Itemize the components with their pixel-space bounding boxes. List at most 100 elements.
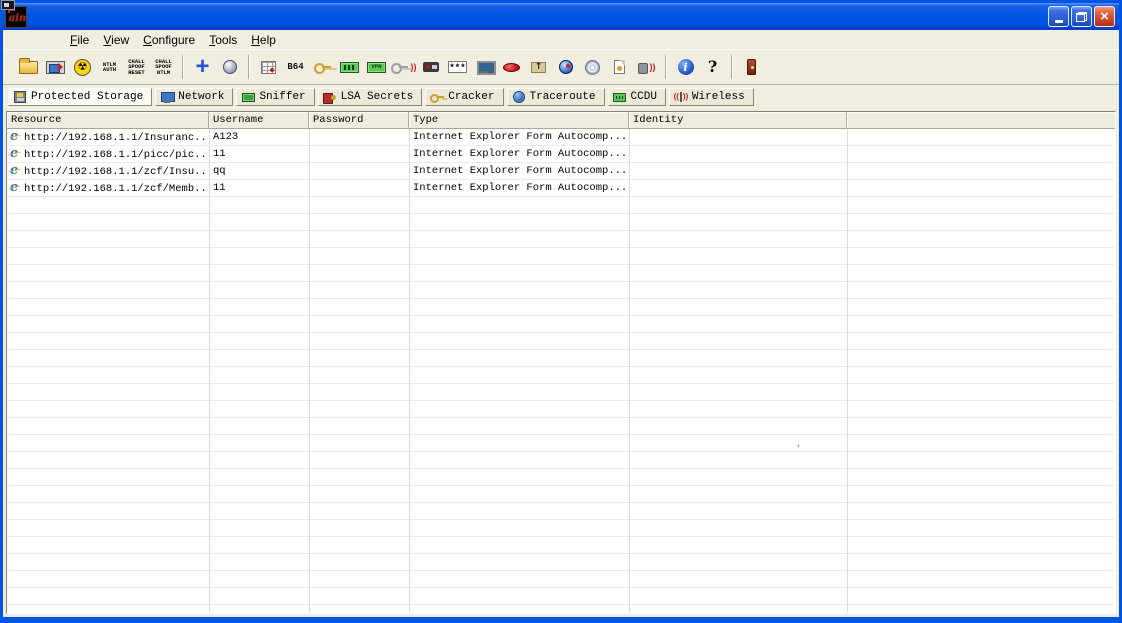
menu-file[interactable]: File (63, 32, 96, 48)
radiation-icon (74, 59, 91, 76)
cd-disc-icon (585, 60, 600, 75)
exit-button[interactable] (738, 53, 765, 81)
box-up-arrow-icon (531, 62, 546, 73)
tab-label: Protected Storage (31, 91, 143, 103)
username-cell: A123 (209, 129, 309, 146)
traceroute-globe-icon (512, 90, 526, 104)
vpn-decoder-button[interactable]: VPN (363, 53, 390, 81)
tab-wireless[interactable]: (()) Wireless (669, 88, 754, 106)
column-divider (209, 129, 210, 613)
chall-spoof-reset-icon: CHALL SPOOF RESET (128, 59, 145, 76)
chall-spoof-reset-button[interactable]: CHALL SPOOF RESET (123, 53, 150, 81)
close-button[interactable] (1094, 6, 1115, 27)
dialup-decoder-icon (423, 62, 439, 72)
grey-sphere-button[interactable] (216, 53, 243, 81)
base64-decoder-button[interactable]: B64 (282, 53, 309, 81)
minimize-button[interactable] (1048, 6, 1069, 27)
column-header-password[interactable]: Password (309, 112, 409, 129)
checksum-grid-button[interactable] (255, 53, 282, 81)
dialup-decoder-button[interactable] (417, 53, 444, 81)
box-revealer-button[interactable]: *** (444, 53, 471, 81)
tab-label: Cracker (448, 91, 494, 103)
column-header-username[interactable]: Username (209, 112, 309, 129)
tab-ccdu[interactable]: CCDU (608, 88, 666, 106)
info-icon: i (678, 59, 694, 75)
menu-view[interactable]: View (96, 32, 136, 48)
ntlm-auth-button[interactable]: NTLM AUTH (96, 53, 123, 81)
monitor-icon (477, 61, 492, 73)
lsa-secrets-icon (323, 90, 337, 104)
column-header-resource[interactable]: Resource (7, 112, 209, 129)
identity-cell (629, 163, 847, 180)
username-cell: 11 (209, 180, 309, 197)
restore-icon (1076, 12, 1087, 22)
apr-start-button[interactable] (69, 53, 96, 81)
grey-sphere-icon (223, 60, 237, 74)
asterisks-label: *** (449, 65, 465, 72)
column-header-type[interactable]: Type (409, 112, 629, 129)
cracker-key-icon (430, 90, 444, 104)
page-key-icon (614, 60, 625, 74)
chall-spoof-ntlm-button[interactable]: CHALL SPOOF NTLM (150, 53, 177, 81)
blue-sphere-button[interactable] (552, 53, 579, 81)
vpn-decoder-icon: VPN (367, 62, 386, 73)
signal-waves: )) (411, 63, 417, 72)
resource-text: http://192.168.1.1/Insuranc... (24, 132, 209, 144)
username-cell: qq (209, 163, 309, 180)
resource-cell: http://192.168.1.1/Insuranc... (7, 129, 209, 146)
menu-configure[interactable]: Configure (136, 32, 202, 48)
minimize-icon (1055, 20, 1063, 23)
tab-sniffer[interactable]: Sniffer (236, 88, 314, 106)
red-oval-button[interactable] (498, 53, 525, 81)
table-row[interactable]: http://192.168.1.1/picc/pic... 11 Intern… (7, 146, 1115, 163)
sniffer-start-button[interactable] (42, 53, 69, 81)
identity-cell (629, 129, 847, 146)
table-row[interactable]: http://192.168.1.1/zcf/Insu... qq Intern… (7, 163, 1115, 180)
box-up-arrow-button[interactable] (525, 53, 552, 81)
menu-tools[interactable]: Tools (202, 32, 244, 48)
password-cell (309, 146, 409, 163)
page-key-button[interactable] (606, 53, 633, 81)
tab-lsa-secrets[interactable]: LSA Secrets (318, 88, 423, 106)
internet-explorer-icon (9, 148, 21, 161)
tab-traceroute[interactable]: Traceroute (507, 88, 605, 106)
table-row[interactable]: http://192.168.1.1/Insuranc... A123 Inte… (7, 129, 1115, 146)
tab-label: Sniffer (259, 91, 305, 103)
ntlm-auth-icon: NTLM AUTH (103, 62, 116, 73)
chall-spoof-ntlm-icon: CHALL SPOOF NTLM (155, 59, 172, 76)
database-key-button[interactable] (309, 53, 336, 81)
tab-cracker[interactable]: Cracker (425, 88, 503, 106)
wireless-key-button[interactable]: )) (390, 53, 417, 81)
toolbar-separator (665, 55, 667, 79)
info-button[interactable]: i (672, 53, 699, 81)
hash-calculator-button[interactable] (336, 53, 363, 81)
password-cell (309, 163, 409, 180)
wireless-antenna-icon: (()) (674, 90, 688, 104)
toolbar: NTLM AUTH CHALL SPOOF RESET CHALL SPOOF … (3, 49, 1119, 85)
column-header-identity[interactable]: Identity (629, 112, 847, 129)
open-folder-button[interactable] (15, 53, 42, 81)
sniffer-icon (241, 90, 255, 104)
cd-disc-button[interactable] (579, 53, 606, 81)
password-cell (309, 129, 409, 146)
close-icon (1100, 8, 1109, 26)
menu-help[interactable]: Help (244, 32, 283, 48)
restore-button[interactable] (1071, 6, 1092, 27)
column-header-blank[interactable] (847, 112, 1115, 129)
remote-desktop-button[interactable] (471, 53, 498, 81)
title-bar[interactable]: ain (3, 3, 1119, 30)
table-row[interactable]: http://192.168.1.1/zcf/Memb... 11 Intern… (7, 180, 1115, 197)
tab-bar: Protected Storage Network Sniffer LSA Se… (3, 85, 1119, 108)
internet-explorer-icon (9, 182, 21, 195)
audio-signal-button[interactable] (633, 53, 660, 81)
help-button[interactable]: ? (699, 53, 726, 81)
tab-label: Wireless (692, 91, 745, 103)
tab-network[interactable]: Network (155, 88, 233, 106)
username-cell: 11 (209, 146, 309, 163)
open-folder-icon (19, 61, 38, 74)
tab-protected-storage[interactable]: Protected Storage (8, 88, 152, 106)
add-item-button[interactable]: + (189, 53, 216, 81)
protected-storage-icon (13, 90, 27, 104)
plus-icon: + (195, 57, 209, 77)
resource-text: http://192.168.1.1/picc/pic... (24, 149, 209, 161)
